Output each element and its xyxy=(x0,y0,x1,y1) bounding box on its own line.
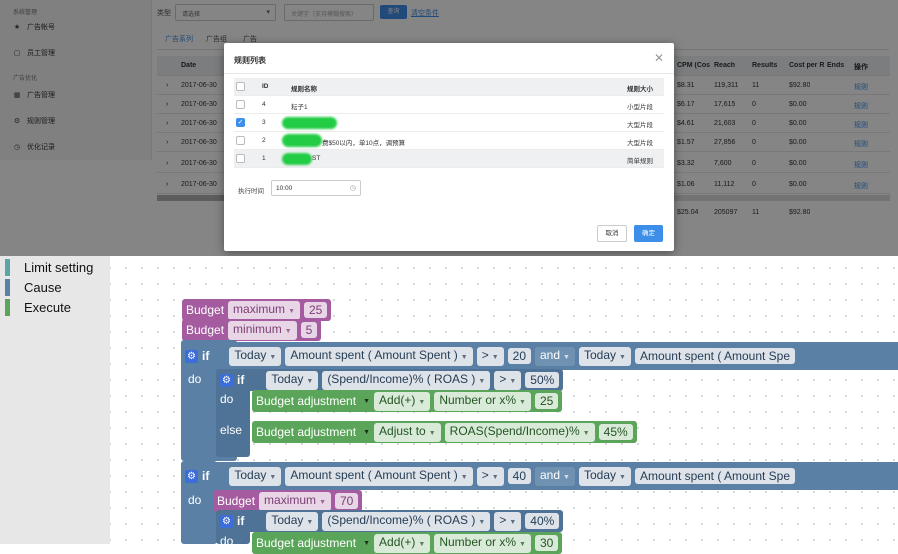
dropdown-arrow-icon: ▼ xyxy=(284,327,292,335)
dropdown-arrow-icon: ▼ xyxy=(288,307,295,315)
budget-adjustment-block[interactable]: Budget adjustment ▼ Add(+) ▼ Number or x%… xyxy=(252,532,563,554)
metric-dropdown[interactable]: Amount spent ( Amount Spent ) ▼ xyxy=(285,346,473,366)
mode-dropdown[interactable]: ROAS(Spend/Income)% ▼ xyxy=(444,422,595,442)
action-dropdown[interactable]: Add(+) ▼ xyxy=(374,533,431,553)
do-label: do xyxy=(220,534,234,548)
rule-row[interactable]: 1 ST 简单规则 xyxy=(234,150,664,168)
do-label: do xyxy=(220,392,234,406)
action-dropdown[interactable]: Add(+) ▼ xyxy=(374,391,431,411)
budget-value-field[interactable]: 5 xyxy=(300,322,318,338)
do-label: do xyxy=(188,372,202,386)
value-field[interactable]: 25 xyxy=(534,393,559,409)
gear-icon[interactable]: ⚙ xyxy=(185,349,198,363)
value-field[interactable]: 40% xyxy=(525,513,560,529)
category-toolbox: Limit setting Cause Execute xyxy=(0,256,110,544)
operator-dropdown[interactable]: > ▼ xyxy=(476,346,504,366)
budget-value-field[interactable]: 25 xyxy=(304,302,328,318)
value-field[interactable]: 20 xyxy=(507,348,531,364)
redaction-blob xyxy=(282,153,312,165)
period-dropdown[interactable]: Today ▼ xyxy=(266,370,319,390)
confirm-button[interactable]: 确定 xyxy=(634,225,663,242)
budget-adjustment-block[interactable]: Budget adjustment ▼ Add(+) ▼ Number or x%… xyxy=(252,390,563,412)
gear-icon[interactable]: ⚙ xyxy=(220,373,233,387)
value-field[interactable]: 50% xyxy=(525,372,560,388)
app-screenshot: 系统管理 ★ 广告帐号 ▢ 员工管理 广告优化 ▦ 广告管理 ⚙ 规则管理 ◷ 优化记录 … xyxy=(0,0,898,256)
select-all-checkbox[interactable] xyxy=(236,82,245,91)
operator-dropdown[interactable]: > ▼ xyxy=(476,466,504,486)
period-dropdown[interactable]: Today ▼ xyxy=(229,466,282,486)
if-condition-row-2[interactable]: ⚙ if Today ▼ Amount spent ( Amount Spent … xyxy=(181,462,898,490)
value-field[interactable]: 45% xyxy=(598,424,633,440)
logic-join-dropdown[interactable]: and ▼ xyxy=(535,346,575,366)
operator-dropdown[interactable]: > ▼ xyxy=(494,511,522,531)
period-dropdown[interactable]: Today ▼ xyxy=(266,511,319,531)
metric-dropdown[interactable]: Amount spent ( Amount Spe xyxy=(634,468,796,484)
inner-if-condition-1[interactable]: ⚙ if Today ▼ (Spend/Income)% ( ROAS ) ▼ > ▼… xyxy=(216,369,564,391)
budget-type-dropdown[interactable]: maximum ▼ xyxy=(259,491,331,511)
clock-icon: ◷ xyxy=(349,185,356,192)
if-condition-row-1[interactable]: ⚙ if Today ▼ Amount spent ( Amount Spent … xyxy=(181,342,898,370)
metric-dropdown[interactable]: Amount spent ( Amount Spe xyxy=(634,348,796,364)
value-field[interactable]: 40 xyxy=(507,468,531,484)
metric-dropdown[interactable]: (Spend/Income)% ( ROAS ) ▼ xyxy=(322,511,491,531)
category-execute[interactable]: Execute xyxy=(5,299,71,316)
rule-row[interactable]: 2 费$50以内，单10点，调预算 大型片段 xyxy=(234,132,664,150)
cancel-button[interactable]: 取消 xyxy=(597,225,627,242)
rules-table-header: ID 规则名称 规则大小 xyxy=(234,78,664,96)
do-label: do xyxy=(188,493,202,507)
exec-time-input[interactable]: 10:00 ◷ xyxy=(271,180,361,196)
modal-title: 规则列表 xyxy=(234,56,266,65)
category-limit-setting[interactable]: Limit setting xyxy=(5,259,93,276)
budget-max-block[interactable]: Budget maximum ▼ 70 xyxy=(213,490,363,512)
category-cause[interactable]: Cause xyxy=(5,279,62,296)
rule-row[interactable]: ✓ 3 大型片段 xyxy=(234,114,664,132)
period-dropdown[interactable]: Today ▼ xyxy=(229,346,282,366)
row-checkbox[interactable] xyxy=(236,100,245,109)
budget-type-dropdown[interactable]: maximum ▼ xyxy=(228,300,300,320)
row-checkbox[interactable] xyxy=(236,136,245,145)
gear-icon[interactable]: ⚙ xyxy=(220,514,233,528)
mode-dropdown[interactable]: Number or x% ▼ xyxy=(434,391,531,411)
budget-adjustment-block[interactable]: Budget adjustment ▼ Adjust to ▼ ROAS(Spen… xyxy=(252,421,637,443)
budget-max-block[interactable]: Budget maximum ▼ 25 xyxy=(182,299,332,321)
operator-dropdown[interactable]: > ▼ xyxy=(494,370,522,390)
rule-list-modal: 规则列表 ✕ ID 规则名称 规则大小 4 耘子1 小型片段 ✓ 3 大型片段 xyxy=(224,43,674,251)
row-checkbox-checked[interactable]: ✓ xyxy=(236,118,245,127)
divider xyxy=(224,73,674,74)
budget-min-block[interactable]: Budget minimum ▼ 5 xyxy=(182,319,322,341)
period-dropdown[interactable]: Today ▼ xyxy=(578,346,631,366)
inner-if-condition-2[interactable]: ⚙ if Today ▼ (Spend/Income)% ( ROAS ) ▼ > ▼… xyxy=(216,510,564,532)
else-label: else xyxy=(220,423,243,437)
block-editor-workspace: Limit setting Cause Execute Budget maxim… xyxy=(0,256,898,554)
row-checkbox[interactable] xyxy=(236,154,245,163)
logic-join-dropdown[interactable]: and ▼ xyxy=(535,466,575,486)
mode-dropdown[interactable]: Number or x% ▼ xyxy=(434,533,531,553)
budget-value-field[interactable]: 70 xyxy=(335,493,359,509)
exec-time-label: 执行时间 xyxy=(238,188,264,195)
action-dropdown[interactable]: Adjust to ▼ xyxy=(374,422,441,442)
budget-type-dropdown[interactable]: minimum ▼ xyxy=(228,320,297,340)
gear-icon[interactable]: ⚙ xyxy=(185,469,198,483)
rule-row[interactable]: 4 耘子1 小型片段 xyxy=(234,96,664,114)
metric-dropdown[interactable]: Amount spent ( Amount Spent ) ▼ xyxy=(285,466,473,486)
metric-dropdown[interactable]: (Spend/Income)% ( ROAS ) ▼ xyxy=(322,370,491,390)
period-dropdown[interactable]: Today ▼ xyxy=(578,466,631,486)
close-icon[interactable]: ✕ xyxy=(654,51,664,65)
value-field[interactable]: 30 xyxy=(534,535,559,551)
redaction-blob xyxy=(282,134,322,147)
redaction-blob xyxy=(282,117,337,129)
